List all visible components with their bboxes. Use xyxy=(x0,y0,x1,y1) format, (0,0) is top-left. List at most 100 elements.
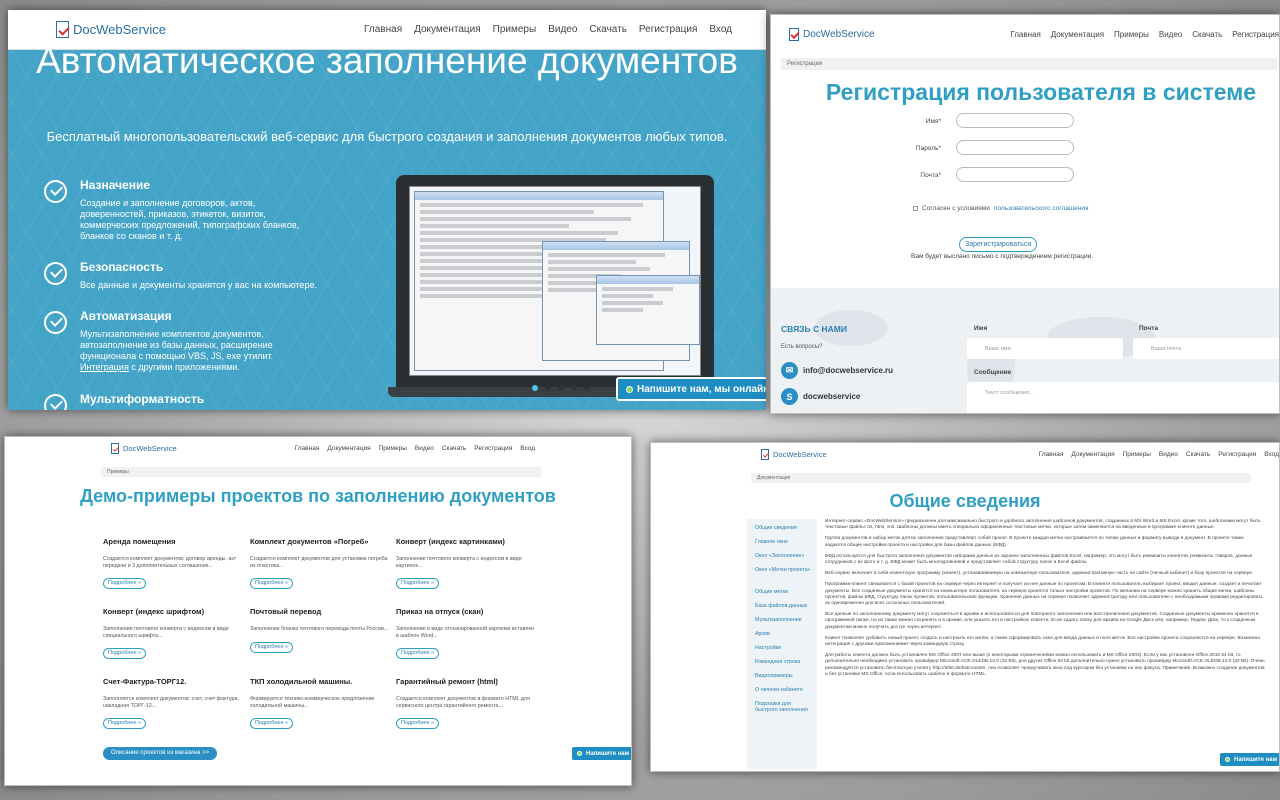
slider-dot[interactable] xyxy=(571,385,577,391)
docs-paragraph: БФД используется для быстрого заполнения… xyxy=(825,553,1253,566)
slider-dot[interactable] xyxy=(558,385,564,391)
docs-sidebar-item[interactable]: О личном кабинете xyxy=(747,687,813,693)
docs-sidebar-item[interactable]: Командная строка xyxy=(747,659,813,665)
nav-register[interactable]: Регистрация xyxy=(474,445,512,452)
card-title[interactable]: Гарантийный ремонт (html) xyxy=(396,677,536,686)
nav-examples[interactable]: Примеры xyxy=(1123,451,1151,458)
docs-sidebar-item[interactable]: Настройки xyxy=(747,645,813,651)
nav-docs[interactable]: Документация xyxy=(414,24,481,35)
more-button[interactable]: Подробнее » xyxy=(250,718,294,729)
contact-question: Есть вопросы? xyxy=(781,344,823,350)
nav-register[interactable]: Регистрация xyxy=(1218,451,1256,458)
logo-text: DocWebService xyxy=(803,28,875,40)
hero-subtitle: Бесплатный многопользовательский веб-сер… xyxy=(46,129,728,144)
nav-register[interactable]: Регистрация xyxy=(1232,30,1279,39)
name-input[interactable] xyxy=(956,113,1074,128)
docs-sidebar-item[interactable]: База файлов данных xyxy=(747,603,813,609)
nav-video[interactable]: Видео xyxy=(548,24,577,35)
card-title[interactable]: Счет-Фактура-ТОРГ12. xyxy=(103,677,243,686)
nav-home[interactable]: Главная xyxy=(364,24,402,35)
nav-home[interactable]: Главная xyxy=(295,445,320,452)
card-title[interactable]: ТКП холодильной машины. xyxy=(250,677,390,686)
chat-widget[interactable]: Напишите нам xyxy=(1219,752,1279,767)
main-nav: Главная Документация Примеры Видео Скача… xyxy=(364,24,732,35)
card-title[interactable]: Комплект документов «Погреб» xyxy=(250,537,390,546)
more-button[interactable]: Подробнее » xyxy=(103,578,147,589)
skype-contact[interactable]: S docwebservice xyxy=(781,388,860,405)
breadcrumb[interactable]: Примеры xyxy=(101,467,541,477)
header: DocWebService Главная Документация Приме… xyxy=(771,15,1279,53)
nav-login[interactable]: Вход xyxy=(709,24,732,35)
email-contact[interactable]: ✉ info@docwebservice.ru xyxy=(781,362,893,379)
docs-sidebar-item[interactable]: Видеопримеры xyxy=(747,673,813,679)
more-button[interactable]: Подробнее » xyxy=(396,648,440,659)
form-mail-input[interactable]: Ваша почта xyxy=(1133,338,1279,359)
docs-sidebar-item[interactable]: Окно «Заполнение» xyxy=(747,553,813,559)
docs-sidebar-item[interactable]: Общие метки xyxy=(747,589,813,595)
agree-checkbox[interactable] xyxy=(913,206,918,211)
card-title[interactable]: Приказ на отпуск (скан) xyxy=(396,607,536,616)
docs-sidebar-item[interactable]: Архив xyxy=(747,631,813,637)
header: DocWebService Главная Документация Приме… xyxy=(651,443,1279,465)
examples-page-screenshot: DocWebService Главная Документация Приме… xyxy=(4,436,632,786)
nav-examples[interactable]: Примеры xyxy=(379,445,407,452)
nav-download[interactable]: Скачать xyxy=(1192,30,1222,39)
password-input[interactable] xyxy=(956,140,1074,155)
breadcrumb[interactable]: Регистрация xyxy=(781,58,1277,70)
nav-home[interactable]: Главная xyxy=(1010,30,1040,39)
main-nav: Главная Документация Примеры Видео Скача… xyxy=(1010,30,1279,39)
form-name-input[interactable]: Ваше имя xyxy=(967,338,1123,359)
nav-video[interactable]: Видео xyxy=(1159,451,1178,458)
docs-sidebar-item[interactable]: Главное окно xyxy=(747,539,813,545)
more-button[interactable]: Подробнее » xyxy=(250,641,294,653)
slider-dot[interactable] xyxy=(545,385,551,391)
nav-register[interactable]: Регистрация xyxy=(639,24,697,35)
store-projects-button[interactable]: Описание проектов из магазина >> xyxy=(103,747,218,760)
more-button[interactable]: Подробнее » xyxy=(250,578,294,589)
nav-examples[interactable]: Примеры xyxy=(493,24,537,35)
nav-docs[interactable]: Документация xyxy=(1051,30,1104,39)
nav-download[interactable]: Скачать xyxy=(589,24,627,35)
email-input[interactable] xyxy=(956,167,1074,182)
nav-home[interactable]: Главная xyxy=(1039,451,1064,458)
nav-login[interactable]: Вход xyxy=(1264,451,1279,458)
logo-text: DocWebService xyxy=(123,443,177,453)
nav-login[interactable]: Вход xyxy=(520,445,535,452)
docs-paragraph: Группа документов и набор меток для их з… xyxy=(825,536,1244,548)
card-title[interactable]: Конверт (индекс шрифтом) xyxy=(103,607,243,616)
more-button[interactable]: Подробнее » xyxy=(103,648,147,659)
chat-widget[interactable]: Напишите нам, мы онлайн! xyxy=(616,377,766,401)
main-nav: Главная Документация Примеры Видео Скача… xyxy=(295,445,535,452)
card-title[interactable]: Аренда помещения xyxy=(103,537,243,546)
slider-dot[interactable] xyxy=(584,385,590,391)
logo[interactable]: DocWebService xyxy=(56,21,166,38)
register-button[interactable]: Зарегистрироваться xyxy=(959,237,1038,252)
docs-sidebar-item[interactable]: Общие сведения xyxy=(747,525,813,531)
card-desc: Создается комплект документов для устано… xyxy=(250,556,388,569)
docs-sidebar-item[interactable]: Окно «Метки проекта» xyxy=(747,567,813,573)
logo[interactable]: DocWebService xyxy=(111,442,177,454)
agreement-link[interactable]: пользовательского соглашения xyxy=(994,205,1089,212)
more-button[interactable]: Подробнее » xyxy=(396,578,440,589)
card-title[interactable]: Почтовый перевод xyxy=(250,607,390,616)
slider-dot[interactable] xyxy=(532,385,538,391)
feature-desc-after: с другими приложениями. xyxy=(128,362,240,372)
nav-download[interactable]: Скачать xyxy=(1186,451,1210,458)
docs-sidebar-item[interactable]: Мультизаполнение xyxy=(747,617,813,623)
nav-docs[interactable]: Документация xyxy=(327,445,370,452)
nav-examples[interactable]: Примеры xyxy=(1114,30,1149,39)
nav-video[interactable]: Видео xyxy=(1159,30,1182,39)
form-message-input[interactable]: Текст сообщения... xyxy=(967,382,1279,413)
nav-docs[interactable]: Документация xyxy=(1071,451,1114,458)
docs-sidebar-item[interactable]: Подсказки для быстрого заполнения xyxy=(747,701,813,713)
nav-video[interactable]: Видео xyxy=(415,445,434,452)
more-button[interactable]: Подробнее » xyxy=(103,718,147,729)
logo[interactable]: DocWebService xyxy=(761,448,827,460)
card-title[interactable]: Конверт (индекс картинками) xyxy=(396,537,536,546)
nav-download[interactable]: Скачать xyxy=(442,445,466,452)
chat-widget[interactable]: Напишите нам xyxy=(571,746,631,761)
integration-link[interactable]: Интеграция xyxy=(80,362,129,372)
breadcrumb[interactable]: Документация xyxy=(751,473,1251,483)
logo[interactable]: DocWebService xyxy=(789,27,875,41)
more-button[interactable]: Подробнее » xyxy=(396,718,440,729)
